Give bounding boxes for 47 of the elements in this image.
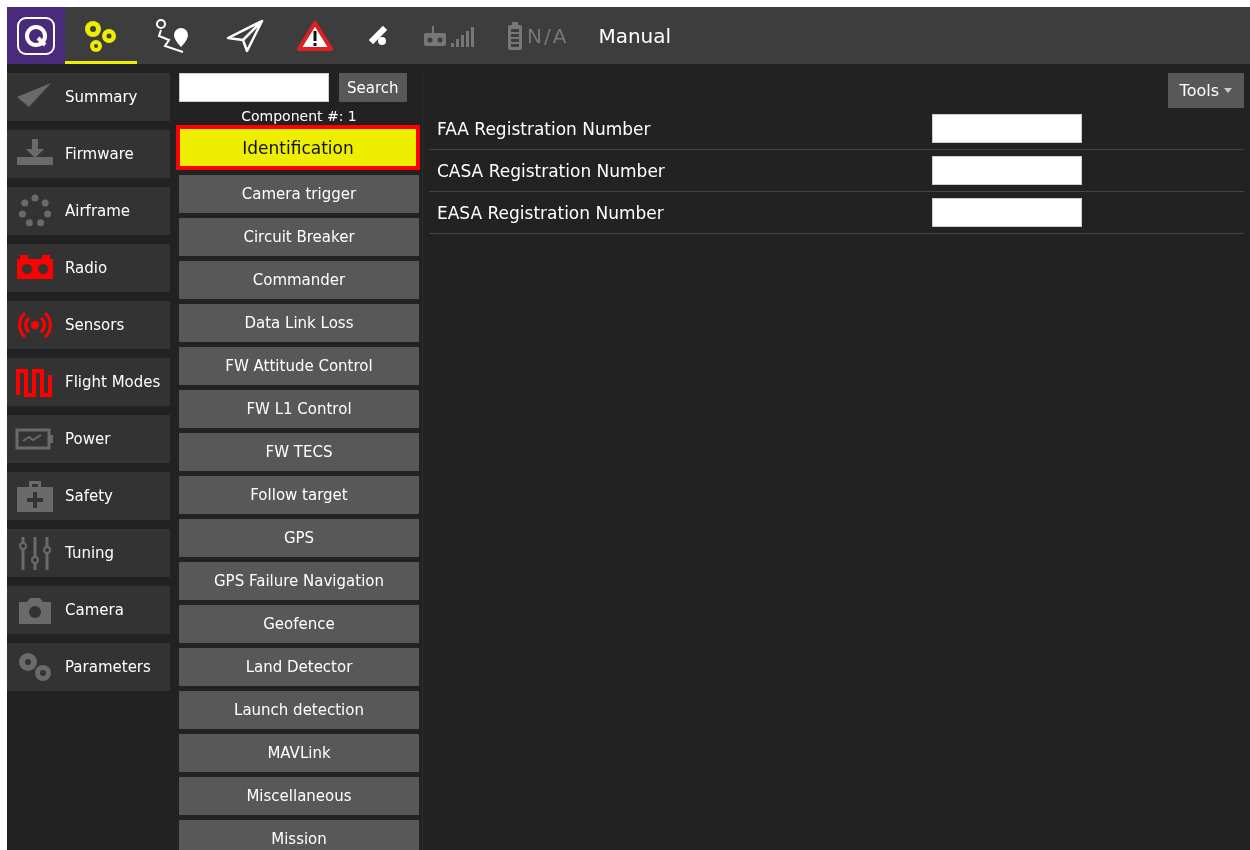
group-button[interactable]: Miscellaneous: [179, 777, 419, 815]
parameter-input[interactable]: [932, 114, 1082, 143]
parameter-label: FAA Registration Number: [436, 118, 652, 139]
paper-plane-icon: [225, 17, 265, 54]
group-button[interactable]: Commander: [179, 261, 419, 299]
sidebar-item[interactable]: Tuning: [7, 529, 170, 577]
group-button[interactable]: FW TECS: [179, 433, 419, 471]
parameter-label: CASA Registration Number: [436, 160, 666, 181]
group-button[interactable]: Launch detection: [179, 691, 419, 729]
caret-icon: [1224, 88, 1232, 93]
search-field[interactable]: [179, 73, 329, 102]
sidebar-item[interactable]: Firmware: [7, 130, 170, 178]
battery-icon: [507, 21, 523, 50]
sidebar-item[interactable]: Parameters: [7, 643, 170, 691]
warning-icon: [297, 19, 333, 52]
app-logo[interactable]: [7, 7, 65, 64]
group-button[interactable]: Circuit Breaker: [179, 218, 419, 256]
sidebar-item[interactable]: Power: [7, 415, 170, 463]
group-button[interactable]: Mission: [179, 820, 419, 850]
group-button[interactable]: GPS: [179, 519, 419, 557]
group-button[interactable]: FW L1 Control: [179, 390, 419, 428]
group-button[interactable]: Geofence: [179, 605, 419, 643]
battery-status-text: N/A: [527, 23, 569, 48]
sidebar-item[interactable]: Radio: [7, 244, 170, 292]
group-button[interactable]: MAVLink: [179, 734, 419, 772]
sidebar-item[interactable]: Airframe: [7, 187, 170, 235]
parameter-input[interactable]: [932, 156, 1082, 185]
search-button[interactable]: Search: [339, 73, 407, 102]
group-button[interactable]: Camera trigger: [179, 175, 419, 213]
flight-mode[interactable]: Manual: [598, 23, 672, 48]
remote-control-icon: [423, 24, 447, 47]
sidebar-item[interactable]: Safety: [7, 472, 170, 520]
group-button[interactable]: FW Attitude Control: [179, 347, 419, 385]
sidebar-item[interactable]: Flight Modes: [7, 358, 170, 406]
group-button[interactable]: Land Detector: [179, 648, 419, 686]
group-button[interactable]: GPS Failure Navigation: [179, 562, 419, 600]
group-button[interactable]: Follow target: [179, 476, 419, 514]
parameter-label: EASA Registration Number: [436, 202, 665, 223]
signal-bars-icon: [451, 24, 475, 47]
group-button[interactable]: Data Link Loss: [179, 304, 419, 342]
sidebar-item[interactable]: Sensors: [7, 301, 170, 349]
parameter-input[interactable]: [932, 198, 1082, 227]
sidebar-item[interactable]: Camera: [7, 586, 170, 634]
group-button[interactable]: Identification: [176, 125, 420, 170]
sidebar-item[interactable]: Summary: [7, 73, 170, 121]
tools-button[interactable]: Tools: [1167, 73, 1244, 108]
component-label: Component #: 1: [240, 108, 358, 124]
